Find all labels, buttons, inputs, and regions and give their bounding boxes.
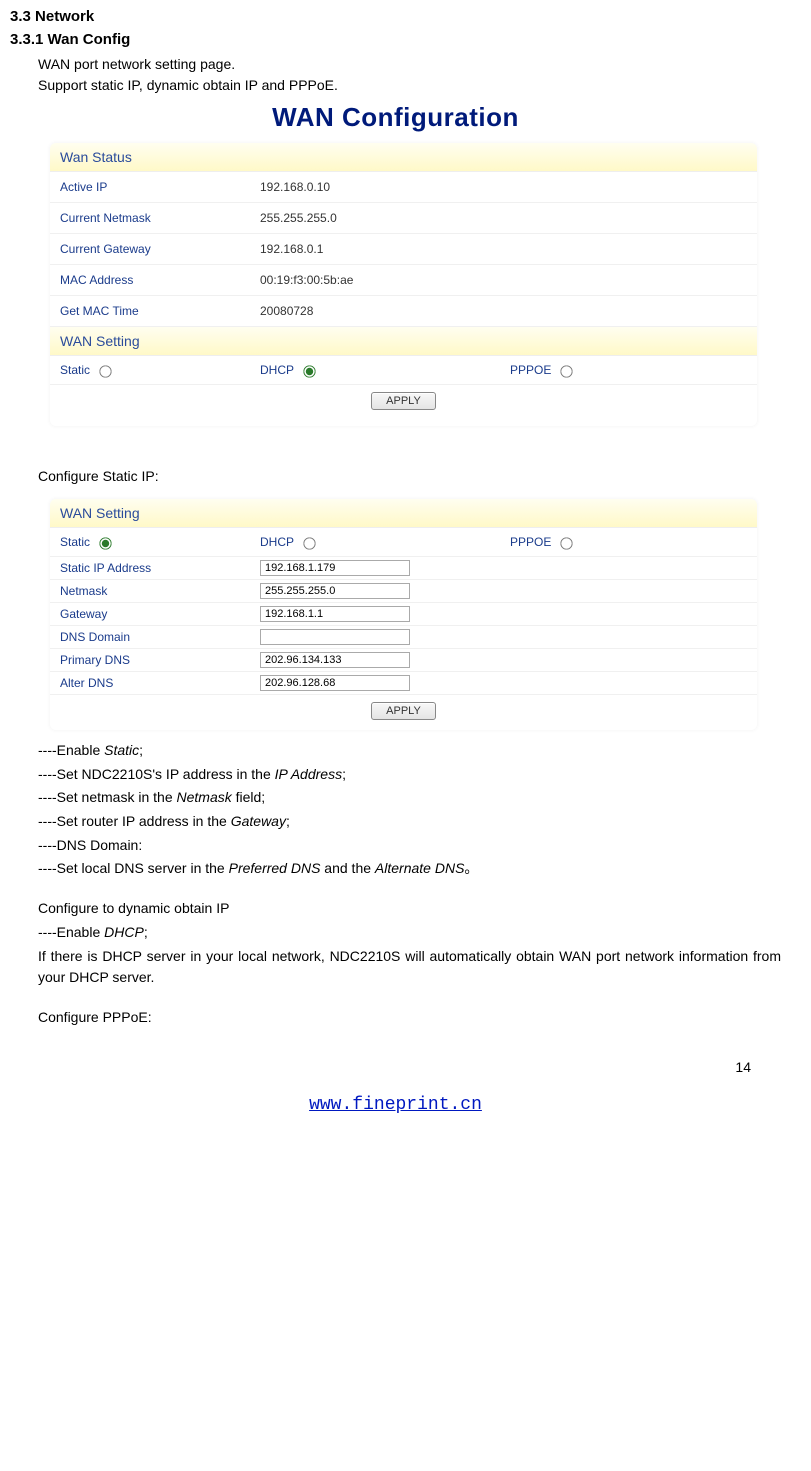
status-val: 00:19:f3:00:5b:ae [260, 273, 747, 287]
section-heading: 3.3 Network [10, 8, 781, 25]
field-label: Gateway [60, 607, 260, 621]
wan-mode-row-2: Static DHCP PPPOE [50, 528, 757, 557]
wan-status-panel: Wan Status Active IP 192.168.0.10 Curren… [50, 143, 757, 426]
form-row: Netmask [50, 580, 757, 603]
pppoe-label: PPPOE [510, 363, 551, 377]
dhcp-radio[interactable] [303, 365, 315, 377]
dhcp-label: DHCP [260, 363, 294, 377]
apply-button[interactable]: APPLY [371, 392, 436, 410]
static-ip-input[interactable] [260, 560, 410, 576]
form-row: Static IP Address [50, 557, 757, 580]
status-val: 255.255.255.0 [260, 211, 747, 225]
wan-configuration-title: WAN Configuration [10, 102, 781, 133]
form-row: Gateway [50, 603, 757, 626]
static-label: Static [60, 535, 90, 549]
static-explanation: ----Enable Static; ----Set NDC2210S's IP… [38, 740, 781, 880]
configure-pppoe-label: Configure PPPoE: [38, 1007, 781, 1029]
intro-line-2: Support static IP, dynamic obtain IP and… [38, 75, 781, 96]
apply-button[interactable]: APPLY [371, 702, 436, 720]
status-key: Current Gateway [60, 242, 260, 256]
pppoe-label: PPPOE [510, 535, 551, 549]
static-label: Static [60, 363, 90, 377]
subsection-heading: 3.3.1 Wan Config [10, 31, 781, 48]
dhcp-radio[interactable] [303, 537, 315, 549]
dns-domain-input[interactable] [260, 629, 410, 645]
status-key: Get MAC Time [60, 304, 260, 318]
field-label: Static IP Address [60, 561, 260, 575]
form-row: Primary DNS [50, 649, 757, 672]
status-val: 20080728 [260, 304, 747, 318]
status-key: Active IP [60, 180, 260, 194]
field-label: Primary DNS [60, 653, 260, 667]
field-label: Netmask [60, 584, 260, 598]
status-row: Current Netmask 255.255.255.0 [50, 203, 757, 234]
static-radio[interactable] [99, 365, 111, 377]
footer-link[interactable]: www.fineprint.cn [309, 1095, 482, 1115]
status-row: MAC Address 00:19:f3:00:5b:ae [50, 265, 757, 296]
status-row: Current Gateway 192.168.0.1 [50, 234, 757, 265]
wan-setting-static-panel: WAN Setting Static DHCP PPPOE Static IP … [50, 499, 757, 730]
primary-dns-input[interactable] [260, 652, 410, 668]
configure-static-label: Configure Static IP: [38, 466, 781, 487]
status-val: 192.168.0.1 [260, 242, 747, 256]
dhcp-label: DHCP [260, 535, 294, 549]
alter-dns-input[interactable] [260, 675, 410, 691]
pppoe-radio[interactable] [561, 537, 573, 549]
netmask-input[interactable] [260, 583, 410, 599]
status-row: Active IP 192.168.0.10 [50, 172, 757, 203]
gateway-input[interactable] [260, 606, 410, 622]
pppoe-radio[interactable] [561, 365, 573, 377]
status-key: MAC Address [60, 273, 260, 287]
page-number: 14 [10, 1059, 751, 1075]
status-val: 192.168.0.10 [260, 180, 747, 194]
field-label: Alter DNS [60, 676, 260, 690]
field-label: DNS Domain [60, 630, 260, 644]
static-radio[interactable] [99, 537, 111, 549]
wan-mode-row: Static DHCP PPPOE [50, 356, 757, 385]
form-row: Alter DNS [50, 672, 757, 695]
intro-line-1: WAN port network setting page. [38, 54, 781, 75]
wan-status-header: Wan Status [50, 143, 757, 172]
status-key: Current Netmask [60, 211, 260, 225]
form-row: DNS Domain [50, 626, 757, 649]
dynamic-explanation: Configure to dynamic obtain IP ----Enabl… [38, 898, 781, 989]
wan-setting-header-2: WAN Setting [50, 499, 757, 528]
status-row: Get MAC Time 20080728 [50, 296, 757, 327]
wan-setting-header: WAN Setting [50, 327, 757, 356]
